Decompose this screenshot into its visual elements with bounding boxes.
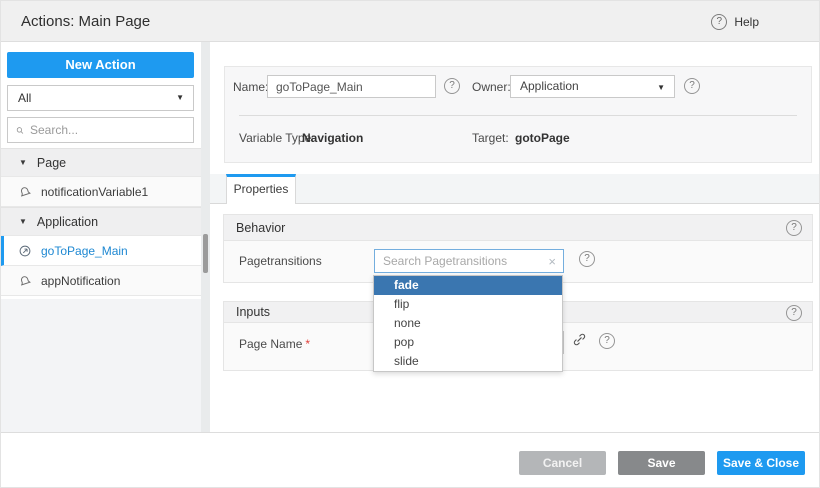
tree-group-application[interactable]: ▼ Application: [1, 207, 201, 236]
sidebar-empty-area: [1, 299, 201, 432]
name-help-icon[interactable]: ?: [444, 78, 460, 94]
inputs-title: Inputs: [236, 305, 270, 319]
target-label: Target:: [472, 131, 509, 145]
chevron-down-icon: ▼: [657, 77, 665, 98]
navigation-icon: [18, 244, 32, 258]
page-name-label: Page Name*: [239, 337, 310, 351]
required-marker: *: [305, 337, 310, 351]
notification-icon: [18, 185, 32, 199]
search-icon: [16, 124, 24, 137]
expander-icon[interactable]: ▼: [19, 158, 27, 167]
behavior-help-icon[interactable]: ?: [786, 220, 802, 236]
save-button[interactable]: Save: [618, 451, 705, 475]
tree-item-label: notificationVariable1: [41, 185, 148, 199]
actions-tree: ▼ Page notificationVariable1 ▼ Applicati…: [1, 148, 201, 296]
pagetransitions-label: Pagetransitions: [239, 254, 322, 268]
help-label: Help: [734, 15, 759, 29]
behavior-header: Behavior ?: [223, 214, 813, 241]
action-detail-pane: Name:* ? Owner:* Application ▼ ? Variabl…: [210, 42, 820, 432]
target-value: gotoPage: [515, 131, 570, 145]
help-button[interactable]: ? Help: [711, 1, 759, 42]
new-action-button[interactable]: New Action: [7, 52, 194, 78]
sidebar-scrollbar[interactable]: [201, 42, 210, 432]
page-title: Actions: Main Page: [21, 13, 150, 30]
cancel-button[interactable]: Cancel: [519, 451, 606, 475]
tree-item-label: appNotification: [41, 274, 120, 288]
actions-editor-window: Actions: Main Page ? Help New Action All…: [0, 0, 820, 488]
action-summary-panel: Name:* ? Owner:* Application ▼ ? Variabl…: [224, 66, 812, 163]
tree-item-label: goToPage_Main: [41, 244, 128, 258]
clear-icon[interactable]: ×: [541, 254, 563, 269]
sidebar-search-box[interactable]: [7, 117, 194, 143]
owner-select-value: Application: [520, 79, 579, 93]
dropdown-option-pop[interactable]: pop: [374, 333, 562, 352]
dropdown-option-flip[interactable]: flip: [374, 295, 562, 314]
filter-select-value: All: [18, 91, 31, 105]
tab-properties[interactable]: Properties: [226, 174, 296, 204]
pagetransitions-search-input[interactable]: [375, 254, 541, 268]
dropdown-option-none[interactable]: none: [374, 314, 562, 333]
save-and-close-button[interactable]: Save & Close: [717, 451, 805, 475]
page-name-help-icon[interactable]: ?: [599, 333, 615, 349]
bind-link-icon[interactable]: [572, 332, 587, 347]
titlebar: Actions: Main Page ? Help: [1, 1, 820, 42]
tree-group-page[interactable]: ▼ Page: [1, 148, 201, 177]
behavior-section: Behavior ? Pagetransitions × ?: [223, 214, 813, 283]
owner-help-icon[interactable]: ?: [684, 78, 700, 94]
footer-bar: Cancel Save Save & Close: [1, 432, 820, 488]
owner-select[interactable]: Application ▼: [510, 75, 675, 98]
tree-item-gotopage-main[interactable]: goToPage_Main: [1, 236, 201, 266]
tree-group-label: Page: [37, 156, 66, 170]
tree-group-label: Application: [37, 215, 98, 229]
pagetransitions-dropdown: fade flip none pop slide: [373, 275, 563, 372]
inputs-help-icon[interactable]: ?: [786, 305, 802, 321]
dropdown-option-slide[interactable]: slide: [374, 352, 562, 371]
pagetransitions-combobox[interactable]: ×: [374, 249, 564, 273]
panel-divider: [239, 115, 797, 116]
variable-type-value: Navigation: [302, 131, 363, 145]
chevron-down-icon: ▼: [176, 86, 184, 110]
help-icon[interactable]: ?: [711, 14, 727, 30]
sidebar-search-input[interactable]: [30, 123, 185, 137]
notification-icon: [18, 274, 32, 288]
tab-bar: Properties: [210, 174, 820, 204]
tree-item-notificationvariable1[interactable]: notificationVariable1: [1, 177, 201, 207]
expander-icon[interactable]: ▼: [19, 217, 27, 226]
scrollbar-thumb[interactable]: [203, 234, 208, 273]
dropdown-option-fade[interactable]: fade: [374, 276, 562, 295]
actions-sidebar: New Action All ▼ ▼ Page notificationVari…: [1, 42, 201, 432]
tree-item-appnotification[interactable]: appNotification: [1, 266, 201, 296]
pagetransitions-help-icon[interactable]: ?: [579, 251, 595, 267]
filter-select[interactable]: All ▼: [7, 85, 194, 111]
name-field[interactable]: [267, 75, 436, 98]
behavior-title: Behavior: [236, 221, 285, 235]
